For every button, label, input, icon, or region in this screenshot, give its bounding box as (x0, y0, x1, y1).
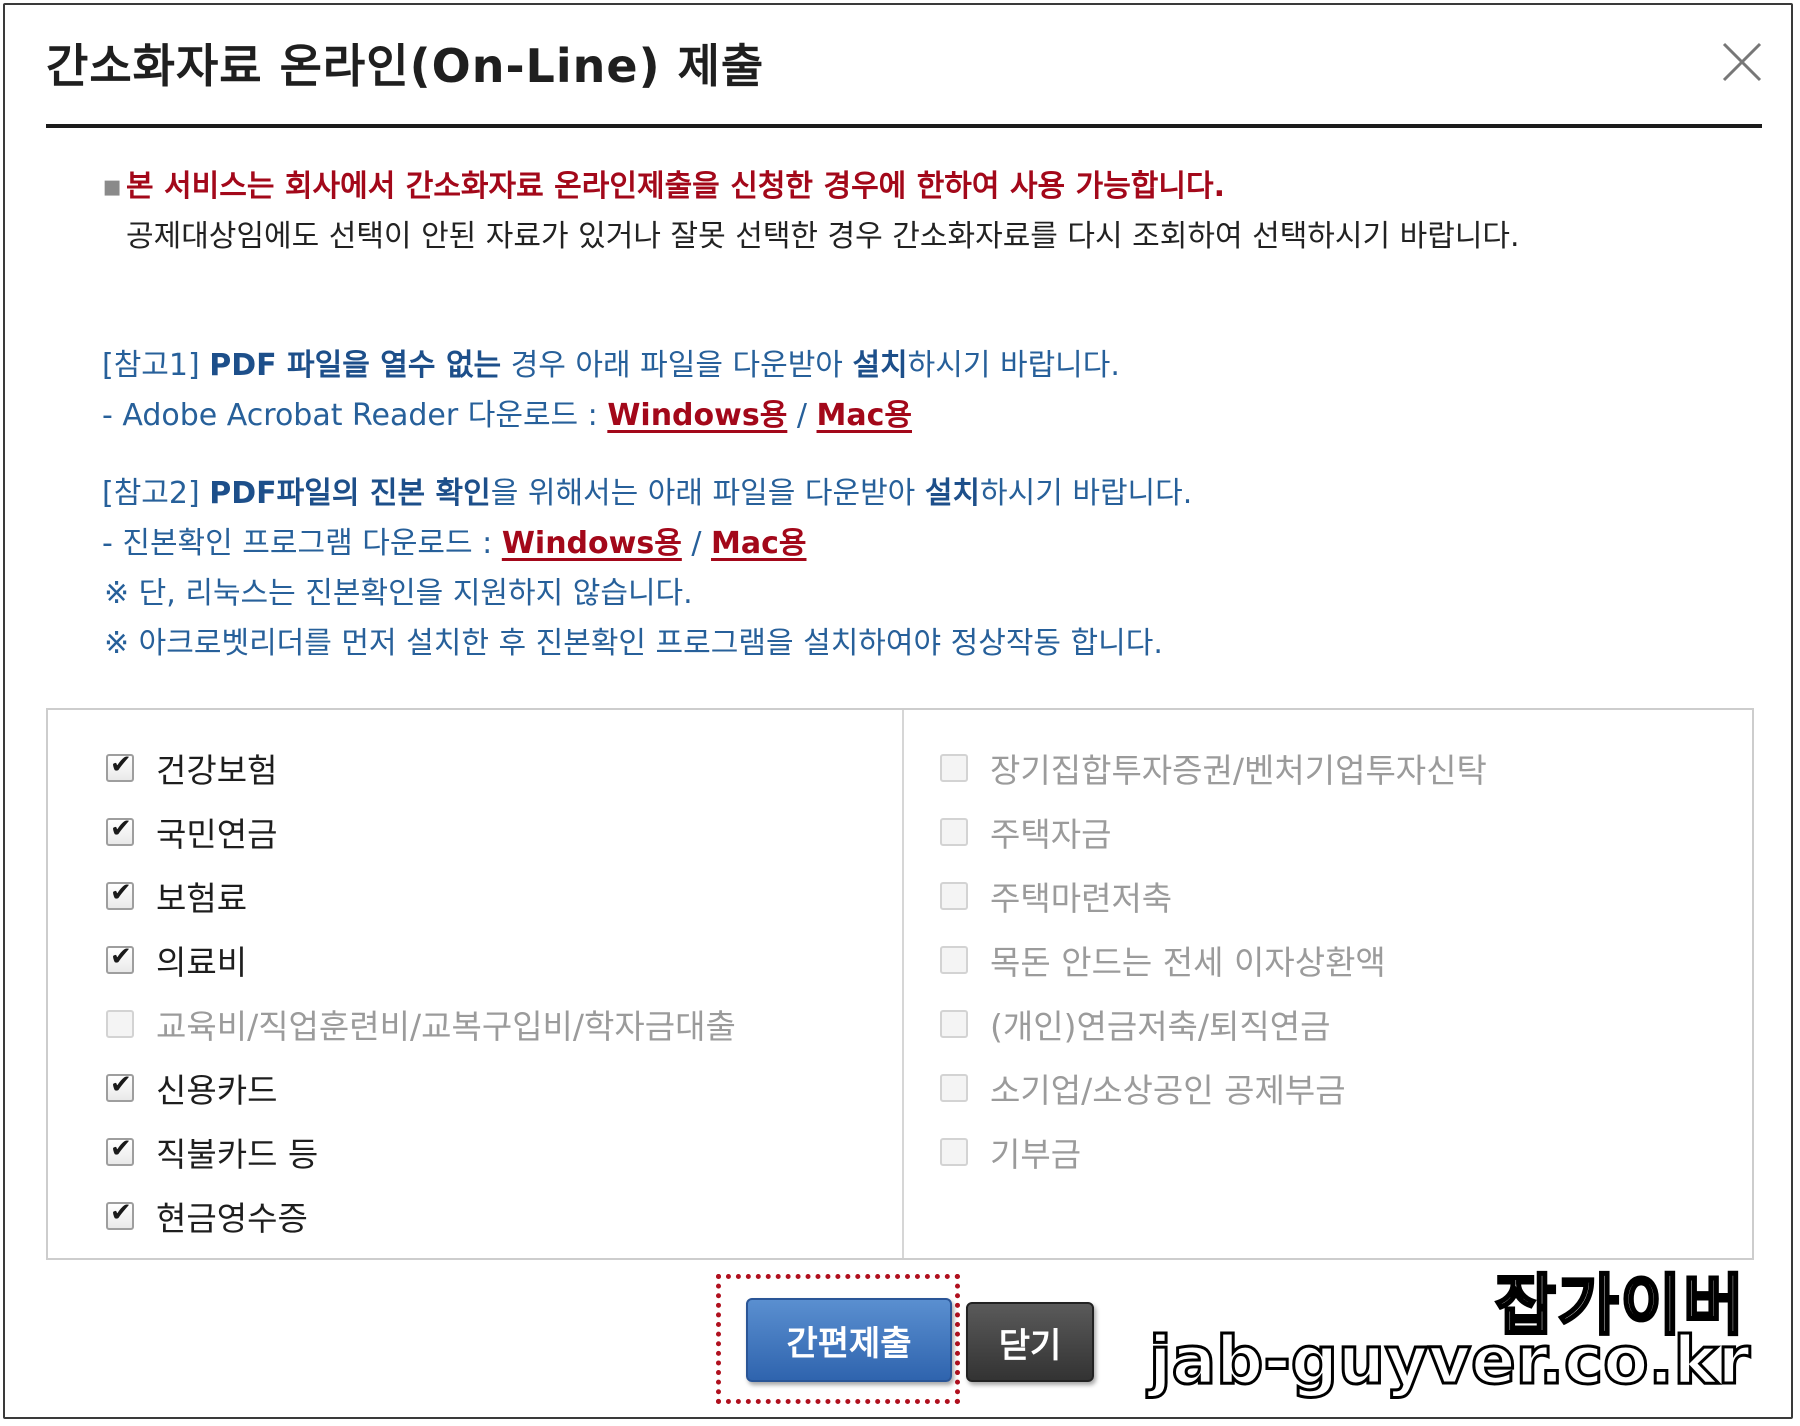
checkbox-unchecked (940, 1010, 968, 1038)
ref1-bold2: 설치 (852, 348, 908, 383)
deduction-item-label: 건강보험 (156, 751, 278, 790)
checkbox-unchecked (940, 754, 968, 782)
checkbox-checked[interactable] (106, 942, 134, 974)
ref1-bold1: PDF 파일을 열수 없는 (209, 348, 502, 383)
watermark-url: jab-guyver.co.kr (1147, 1321, 1751, 1401)
ref2-prefix: [참고2] (102, 476, 210, 511)
ref2-mid: 을 위해서는 아래 파일을 다운받아 (490, 476, 925, 511)
left-item-column: 건강보험국민연금보험료의료비교육비/직업훈련비/교복구입비/학자금대출신용카드직… (106, 736, 736, 1248)
verify-mac-link[interactable]: Mac용 (711, 526, 806, 561)
deduction-item-label: 장기집합투자증권/벤처기업투자신탁 (990, 751, 1487, 790)
acrobat-sep: / (787, 398, 817, 433)
ref2-suffix: 하시기 바랍니다. (980, 476, 1193, 511)
deduction-item-label: (개인)연금저축/퇴직연금 (990, 1007, 1331, 1046)
deduction-item: (개인)연금저축/퇴직연금 (940, 992, 1487, 1056)
panel-divider (902, 710, 904, 1258)
notice-bullet: ▪ (102, 169, 123, 204)
deduction-item-label: 국민연금 (156, 815, 278, 854)
deduction-item[interactable]: 국민연금 (106, 800, 736, 864)
deduction-item-label: 기부금 (990, 1135, 1082, 1174)
close-icon[interactable] (1720, 40, 1764, 84)
checkbox-unchecked (106, 1010, 134, 1038)
verify-download-line: - 진본확인 프로그램 다운로드 : Windows용 / Mac용 (102, 518, 807, 562)
deduction-item-label: 신용카드 (156, 1071, 278, 1110)
checkbox-checked[interactable] (106, 1070, 134, 1102)
checkbox-unchecked (940, 1138, 968, 1166)
notice-body: 공제대상임에도 선택이 안된 자료가 있거나 잘못 선택한 경우 간소화자료를 … (126, 219, 1520, 254)
install-order-note: ※ 아크로벳리더를 먼저 설치한 후 진본확인 프로그램을 설치하여야 정상작동… (104, 626, 1163, 661)
deduction-item-label: 주택자금 (990, 815, 1112, 854)
checkbox-checked[interactable] (106, 878, 134, 910)
verify-windows-link[interactable]: Windows용 (502, 526, 682, 561)
checkbox-checked[interactable] (106, 1198, 134, 1230)
deduction-item[interactable]: 신용카드 (106, 1056, 736, 1120)
close-button[interactable]: 닫기 (966, 1302, 1094, 1382)
reference-2: [참고2] PDF파일의 진본 확인을 위해서는 아래 파일을 다운받아 설치하… (102, 468, 1192, 512)
deduction-item-label: 직불카드 등 (156, 1135, 319, 1174)
checkbox-unchecked (940, 882, 968, 910)
deduction-item[interactable]: 의료비 (106, 928, 736, 992)
right-item-column: 장기집합투자증권/벤처기업투자신탁주택자금주택마련저축목돈 안드는 전세 이자상… (940, 736, 1487, 1184)
ref1-mid: 경우 아래 파일을 다운받아 (501, 348, 853, 383)
checkbox-checked[interactable] (106, 1134, 134, 1166)
checkbox-checked[interactable] (106, 814, 134, 846)
acrobat-download-label: - Adobe Acrobat Reader 다운로드 : (102, 398, 608, 433)
deduction-item: 목돈 안드는 전세 이자상환액 (940, 928, 1487, 992)
deduction-item: 소기업/소상공인 공제부금 (940, 1056, 1487, 1120)
ref2-bold2: 설치 (924, 476, 981, 511)
simple-submit-button[interactable]: 간편제출 (746, 1298, 952, 1382)
checkbox-checked[interactable] (106, 750, 134, 782)
deduction-item[interactable]: 건강보험 (106, 736, 736, 800)
deduction-item: 주택자금 (940, 800, 1487, 864)
ref1-suffix: 하시기 바랍니다. (907, 348, 1120, 383)
deduction-item: 장기집합투자증권/벤처기업투자신탁 (940, 736, 1487, 800)
verify-download-label: - 진본확인 프로그램 다운로드 : (102, 526, 502, 561)
title-divider (46, 124, 1762, 128)
deduction-items-panel: 건강보험국민연금보험료의료비교육비/직업훈련비/교복구입비/학자금대출신용카드직… (46, 708, 1754, 1260)
deduction-item[interactable]: 현금영수증 (106, 1184, 736, 1248)
deduction-item: 주택마련저축 (940, 864, 1487, 928)
dialog-title: 간소화자료 온라인(On-Line) 제출 (46, 39, 765, 93)
deduction-item-label: 의료비 (156, 943, 248, 982)
deduction-item-label: 주택마련저축 (990, 879, 1173, 918)
checkbox-unchecked (940, 1074, 968, 1102)
ref1-prefix: [참고1] (102, 348, 210, 383)
deduction-item[interactable]: 직불카드 등 (106, 1120, 736, 1184)
deduction-item-label: 소기업/소상공인 공제부금 (990, 1071, 1346, 1110)
deduction-item-label: 목돈 안드는 전세 이자상환액 (990, 943, 1386, 982)
deduction-item: 교육비/직업훈련비/교복구입비/학자금대출 (106, 992, 736, 1056)
deduction-item[interactable]: 보험료 (106, 864, 736, 928)
deduction-item: 기부금 (940, 1120, 1487, 1184)
deduction-item-label: 보험료 (156, 879, 248, 918)
reference-1: [참고1] PDF 파일을 열수 없는 경우 아래 파일을 다운받아 설치하시기… (102, 340, 1120, 384)
checkbox-unchecked (940, 946, 968, 974)
acrobat-mac-link[interactable]: Mac용 (817, 398, 912, 433)
linux-note: ※ 단, 리눅스는 진본확인을 지원하지 않습니다. (104, 576, 693, 611)
verify-sep: / (681, 526, 712, 561)
deduction-item-label: 현금영수증 (156, 1199, 308, 1238)
service-notice: ▪ 본 서비스는 회사에서 간소화자료 온라인제출을 신청한 경우에 한하여 사… (102, 162, 1682, 262)
ref2-bold1: PDF파일의 진본 확인 (209, 476, 491, 511)
checkbox-unchecked (940, 818, 968, 846)
notice-highlight: 본 서비스는 회사에서 간소화자료 온라인제출을 신청한 경우에 한하여 사용 … (126, 169, 1225, 204)
deduction-item-label: 교육비/직업훈련비/교복구입비/학자금대출 (156, 1007, 736, 1046)
acrobat-download-line: - Adobe Acrobat Reader 다운로드 : Windows용 /… (102, 390, 912, 434)
acrobat-windows-link[interactable]: Windows용 (607, 398, 787, 433)
